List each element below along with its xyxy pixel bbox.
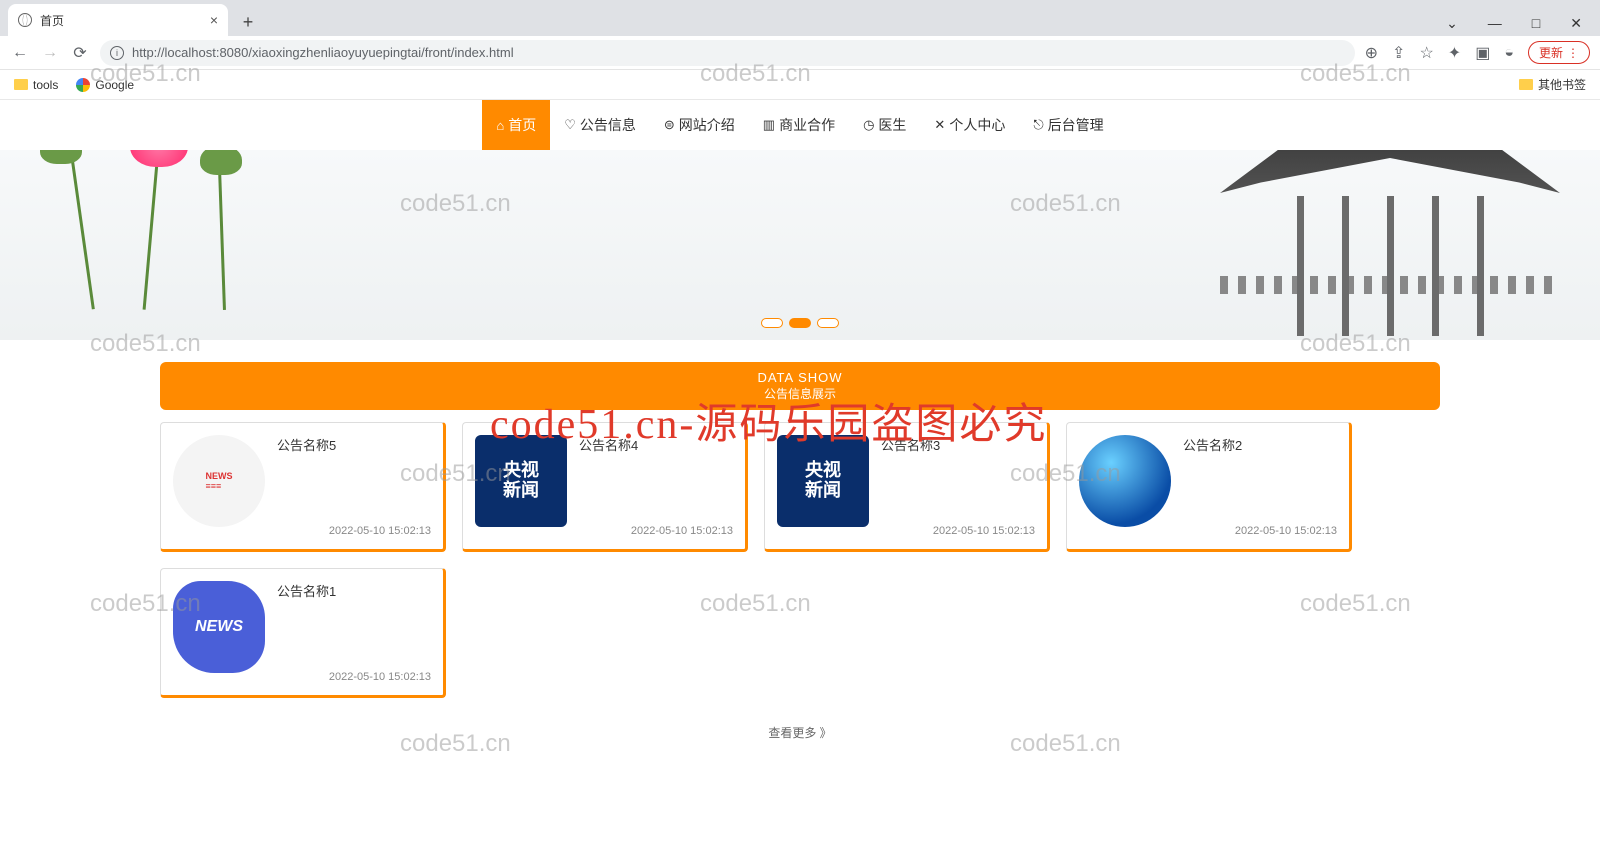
announcement-card[interactable]: NEWS 公告名称1 2022-05-10 15:02:13 [160, 568, 446, 698]
nav-icon: ⊜ [664, 117, 675, 133]
tab-bar: 首页 × + ⌄ — □ ✕ [0, 0, 1600, 36]
zoom-icon[interactable]: ⊕ [1365, 43, 1378, 63]
forward-button[interactable]: → [40, 44, 60, 62]
nav-item[interactable]: ✕个人中心 [920, 100, 1019, 150]
announcement-card[interactable]: NEWS≡≡≡ 公告名称5 2022-05-10 15:02:13 [160, 422, 446, 552]
nav-item[interactable]: ⌂ 首页 [482, 100, 550, 150]
card-timestamp: 2022-05-10 15:02:13 [631, 525, 733, 537]
folder-icon [14, 79, 28, 90]
nav-item[interactable]: ♡公告信息 [550, 100, 650, 150]
extensions-icon[interactable]: ✦ [1448, 43, 1461, 63]
caret-down-icon[interactable]: ⌄ [1440, 11, 1464, 36]
url-field[interactable]: i http://localhost:8080/xiaoxingzhenliao… [100, 40, 1355, 66]
back-button[interactable]: ← [10, 44, 30, 62]
nav-icon: ✕ [934, 117, 945, 133]
announcement-card[interactable]: 央视新闻 公告名称3 2022-05-10 15:02:13 [764, 422, 1050, 552]
google-icon [76, 78, 90, 92]
section-header: DATA SHOW 公告信息展示 [160, 362, 1440, 410]
profile-icon[interactable]: ◒ [1504, 44, 1514, 62]
share-icon[interactable]: ⇪ [1392, 43, 1405, 63]
bookmark-tools[interactable]: tools [14, 78, 58, 92]
minimize-icon[interactable]: — [1482, 11, 1508, 36]
nav-label: 首页 [508, 115, 536, 135]
card-title: 公告名称5 [277, 435, 431, 454]
window-controls: ⌄ — □ ✕ [1440, 11, 1600, 36]
bookmarks-bar: tools Google 其他书签 [0, 70, 1600, 100]
carousel-dot[interactable] [789, 318, 811, 328]
new-tab-button[interactable]: + [234, 8, 262, 36]
update-button[interactable]: 更新 ⋮ [1528, 41, 1590, 64]
card-timestamp: 2022-05-10 15:02:13 [933, 525, 1035, 537]
reload-button[interactable]: ⟳ [70, 43, 90, 63]
nav-label: 个人中心 [949, 115, 1005, 135]
section-title-en: DATA SHOW [160, 370, 1440, 385]
nav-label: 后台管理 [1048, 115, 1104, 135]
card-title: 公告名称3 [881, 435, 1035, 454]
card-timestamp: 2022-05-10 15:02:13 [1235, 525, 1337, 537]
nav-icon: ⌂ [496, 118, 504, 133]
tab-title: 首页 [40, 12, 64, 29]
site-info-icon[interactable]: i [110, 46, 124, 60]
bookmark-google[interactable]: Google [76, 78, 134, 92]
nav-label: 医生 [878, 115, 906, 135]
announcement-cards: NEWS≡≡≡ 公告名称5 2022-05-10 15:02:13 央视新闻 公… [160, 422, 1440, 698]
nav-icon: ◷ [863, 117, 874, 133]
nav-item[interactable]: ⎋ 后台管理 [1019, 100, 1117, 150]
main-nav: ⌂首页♡公告信息⊜网站介绍▥商业合作◷医生✕个人中心⎋后台管理 [0, 100, 1600, 150]
page-content: ⌂首页♡公告信息⊜网站介绍▥商业合作◷医生✕个人中心⎋后台管理 DATA SHO… [0, 100, 1600, 741]
card-thumbnail: NEWS [173, 581, 265, 673]
card-timestamp: 2022-05-10 15:02:13 [329, 671, 431, 683]
browser-tab[interactable]: 首页 × [8, 4, 228, 36]
bookmark-star-icon[interactable]: ☆ [1419, 43, 1433, 63]
url-text: http://localhost:8080/xiaoxingzhenliaoyu… [132, 45, 514, 60]
nav-label: 网站介绍 [679, 115, 735, 135]
maximize-icon[interactable]: □ [1526, 11, 1546, 36]
view-more-link[interactable]: 查看更多 》 [0, 724, 1600, 741]
bookmark-other[interactable]: 其他书签 [1519, 76, 1586, 93]
card-title: 公告名称1 [277, 581, 431, 600]
card-title: 公告名称2 [1183, 435, 1337, 454]
nav-item[interactable]: ⊜网站介绍 [650, 100, 749, 150]
close-window-icon[interactable]: ✕ [1564, 11, 1588, 36]
nav-item[interactable]: ▥商业合作 [749, 100, 849, 150]
card-title: 公告名称4 [579, 435, 733, 454]
carousel-dots [761, 318, 839, 328]
address-bar: ← → ⟳ i http://localhost:8080/xiaoxingzh… [0, 36, 1600, 70]
nav-label: 商业合作 [779, 115, 835, 135]
globe-icon [18, 13, 32, 27]
nav-item[interactable]: ◷医生 [849, 100, 920, 150]
announcement-card[interactable]: 公告名称2 2022-05-10 15:02:13 [1066, 422, 1352, 552]
nav-icon: ⎋ [1033, 117, 1043, 133]
nav-icon: ▥ [763, 117, 775, 133]
sidepanel-icon[interactable]: ▣ [1475, 43, 1490, 63]
carousel-dot[interactable] [761, 318, 783, 328]
nav-icon: ♡ [564, 117, 576, 133]
carousel-dot[interactable] [817, 318, 839, 328]
card-thumbnail [1079, 435, 1171, 527]
announcement-card[interactable]: 央视新闻 公告名称4 2022-05-10 15:02:13 [462, 422, 748, 552]
nav-label: 公告信息 [580, 115, 636, 135]
card-thumbnail: 央视新闻 [777, 435, 869, 527]
pavilion-decoration [1220, 150, 1560, 294]
folder-icon [1519, 79, 1533, 90]
card-thumbnail: NEWS≡≡≡ [173, 435, 265, 527]
card-thumbnail: 央视新闻 [475, 435, 567, 527]
section-title-cn: 公告信息展示 [160, 385, 1440, 402]
tab-close-icon[interactable]: × [210, 12, 218, 28]
hero-banner [0, 150, 1600, 340]
card-timestamp: 2022-05-10 15:02:13 [329, 525, 431, 537]
